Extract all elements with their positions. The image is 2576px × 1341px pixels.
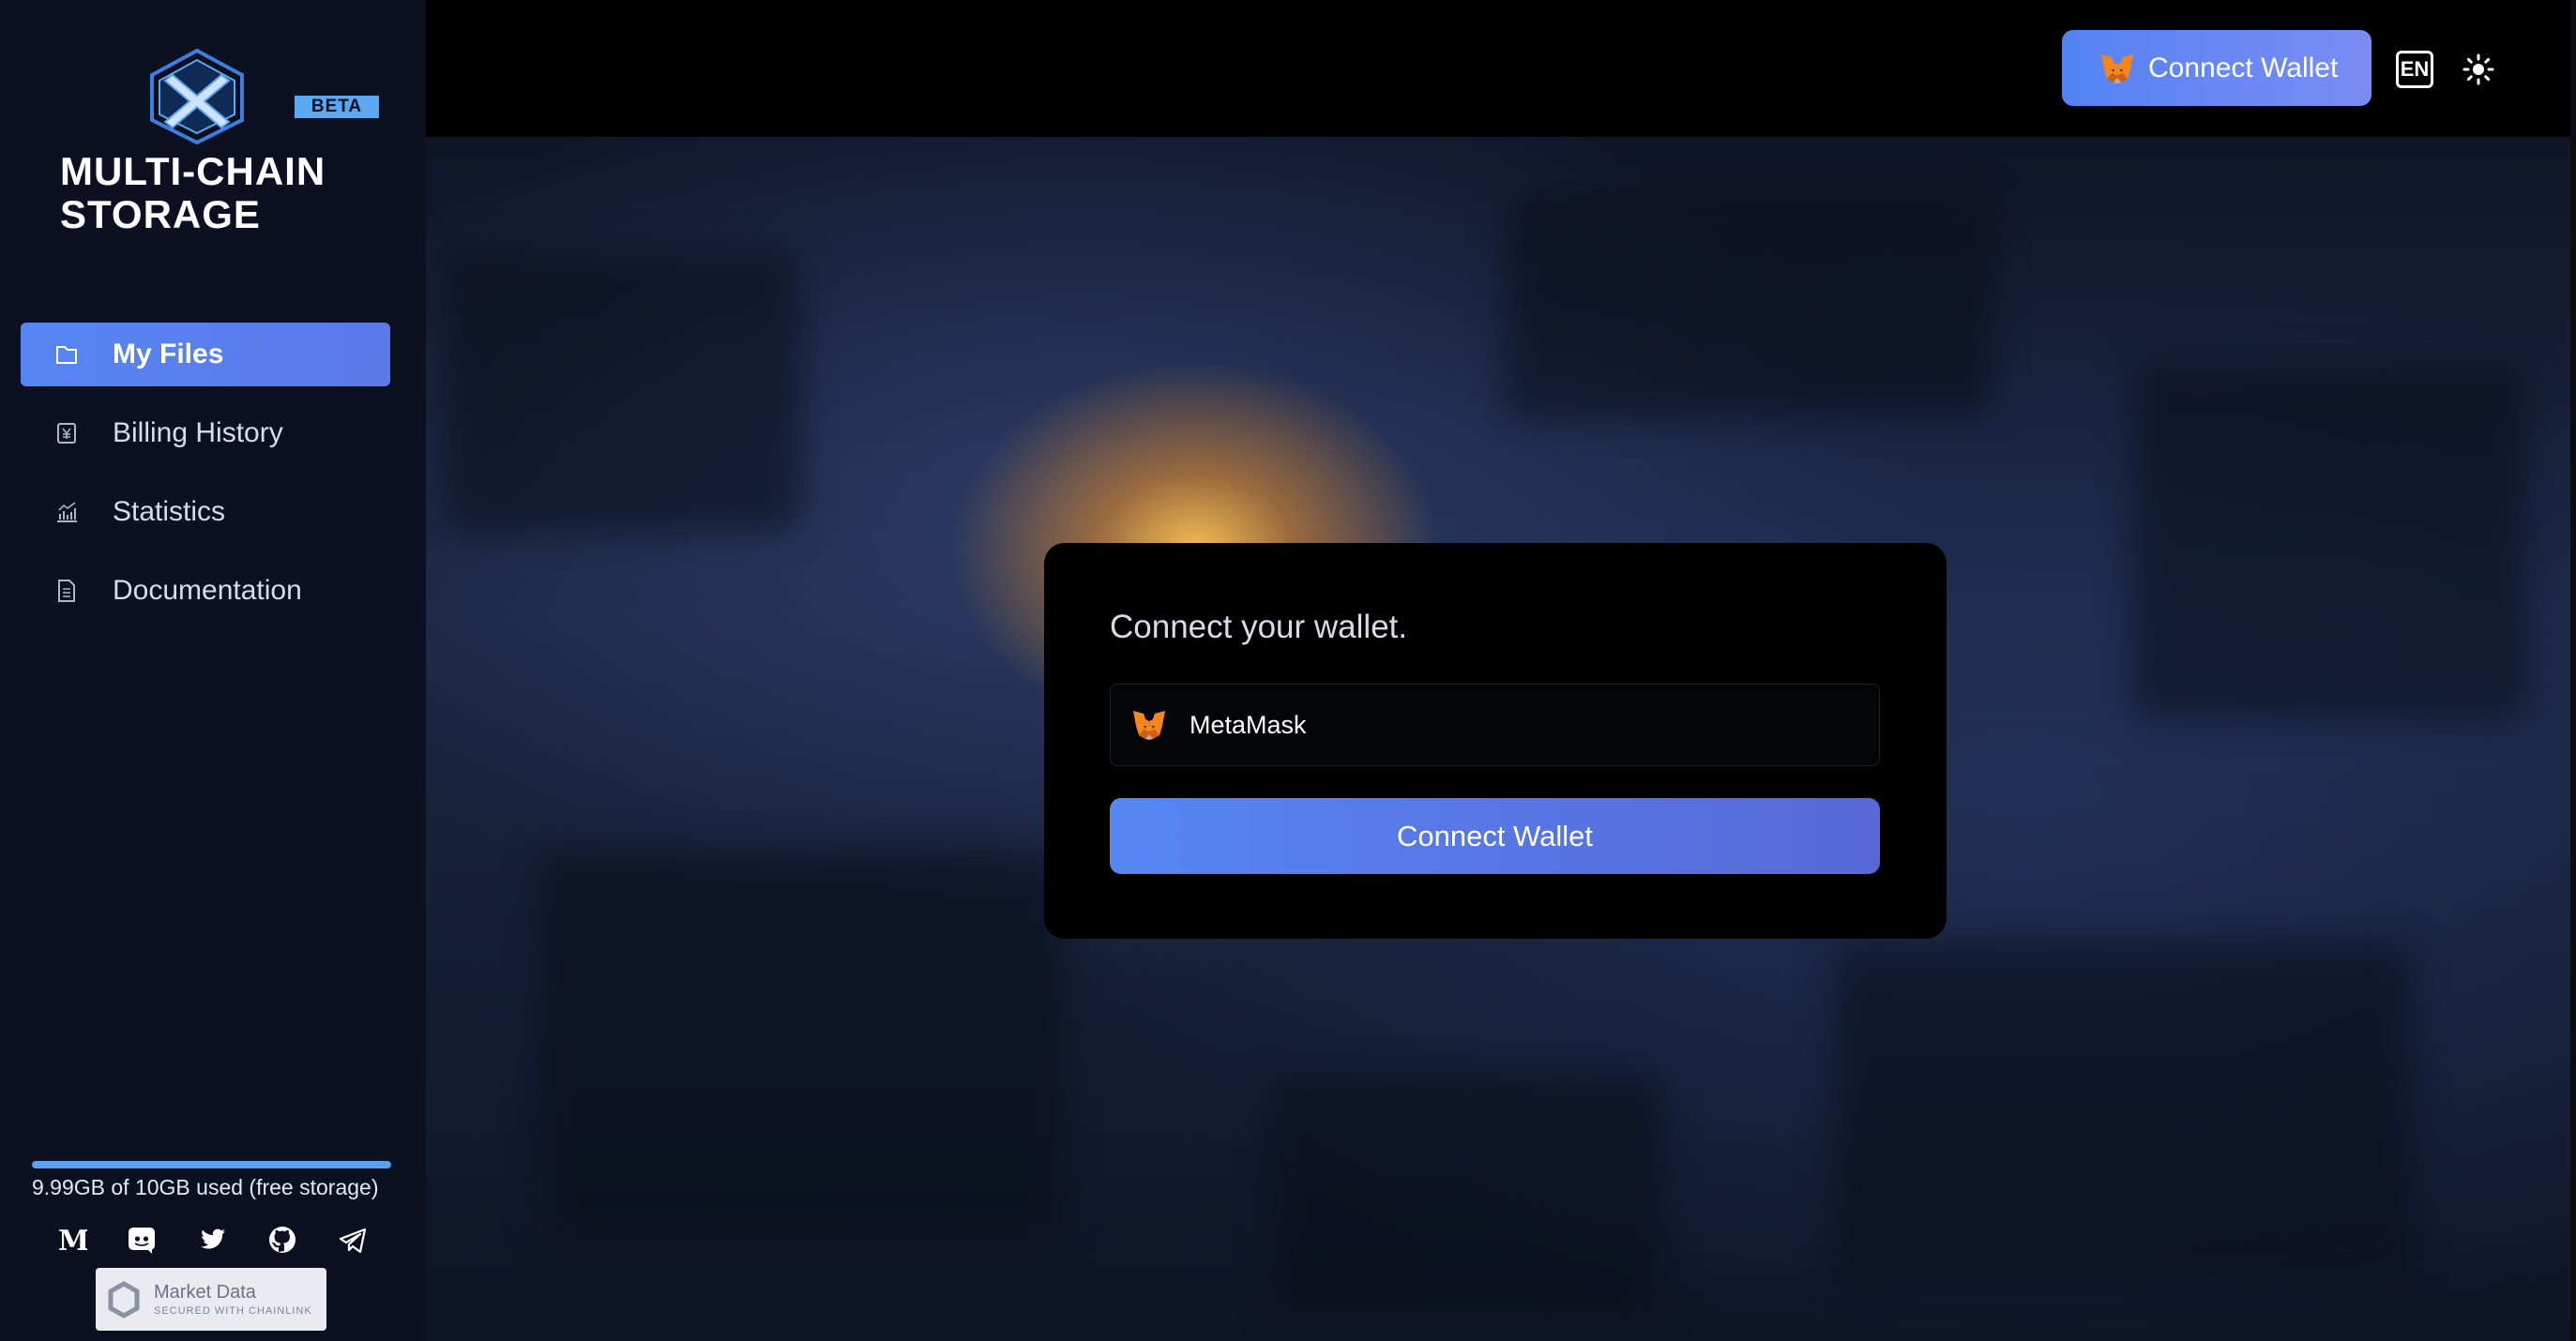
sidebar-item-my-files[interactable]: My Files — [21, 323, 390, 386]
sidebar-item-label: Billing History — [113, 417, 283, 448]
receipt-icon — [53, 419, 81, 447]
discord-icon[interactable] — [123, 1221, 160, 1258]
connect-wallet-modal: Connect your wallet. MetaMask Connect Wa… — [1044, 543, 1947, 939]
wallet-option-metamask[interactable]: MetaMask — [1110, 684, 1880, 766]
chainlink-subtitle: SECURED WITH CHAINLINK — [154, 1305, 312, 1317]
sun-icon[interactable] — [2460, 51, 2497, 88]
twitter-icon[interactable] — [193, 1221, 231, 1258]
app-root: BETA MULTI-CHAIN STORAGE My Files Billin… — [0, 0, 2576, 1341]
sidebar-item-label: Documentation — [113, 575, 302, 606]
connect-wallet-button[interactable]: Connect Wallet — [2062, 30, 2371, 106]
beta-badge: BETA — [295, 96, 379, 118]
document-icon — [53, 577, 81, 605]
background-shape — [445, 249, 801, 531]
telegram-icon[interactable] — [334, 1221, 371, 1258]
sidebar-item-statistics[interactable]: Statistics — [21, 480, 390, 544]
sidebar-item-billing-history[interactable]: Billing History — [21, 401, 390, 465]
brand-logo[interactable]: BETA MULTI-CHAIN STORAGE — [60, 47, 398, 244]
connect-wallet-label: Connect Wallet — [2148, 52, 2339, 83]
storage-progress-bar — [32, 1161, 391, 1168]
window-edge — [2570, 0, 2576, 1341]
social-links: M — [53, 1219, 371, 1260]
sidebar-item-label: My Files — [113, 339, 224, 369]
chainlink-title: Market Data — [154, 1282, 256, 1303]
background-shape — [2133, 362, 2527, 718]
chainlink-badge[interactable]: Market Data SECURED WITH CHAINLINK — [96, 1268, 326, 1331]
chainlink-text: Market Data SECURED WITH CHAINLINK — [154, 1282, 312, 1317]
sidebar-item-label: Statistics — [113, 496, 226, 527]
modal-title: Connect your wallet. — [1110, 609, 1408, 645]
language-selector[interactable]: EN — [2396, 51, 2433, 88]
metamask-fox-icon — [2101, 53, 2133, 83]
top-bar: Connect Wallet EN — [426, 0, 2576, 137]
background-shape — [1833, 943, 2415, 1281]
chainlink-hexagon-icon — [108, 1280, 140, 1318]
storage-progress-fill — [32, 1161, 391, 1168]
storage-usage-text: 9.99GB of 10GB used (free storage) — [32, 1175, 379, 1199]
brand-title: MULTI-CHAIN STORAGE — [60, 149, 326, 236]
background-shape — [1505, 193, 1993, 418]
x-hexagon-logo-icon — [150, 48, 244, 145]
svg-text:M: M — [58, 1225, 87, 1256]
sidebar-item-documentation[interactable]: Documentation — [21, 559, 390, 623]
wallet-option-label: MetaMask — [1190, 710, 1307, 739]
github-icon[interactable] — [264, 1221, 301, 1258]
bar-chart-icon — [53, 498, 81, 526]
sidebar-nav: My Files Billing History Statistics Docu… — [21, 323, 390, 638]
background-shape — [1270, 1075, 1664, 1318]
background-shape — [538, 850, 1064, 1243]
folder-icon — [53, 340, 81, 369]
metamask-fox-icon — [1133, 711, 1165, 740]
medium-icon[interactable]: M — [53, 1221, 90, 1258]
sidebar: BETA MULTI-CHAIN STORAGE My Files Billin… — [0, 0, 426, 1341]
modal-connect-wallet-button[interactable]: Connect Wallet — [1110, 798, 1880, 874]
